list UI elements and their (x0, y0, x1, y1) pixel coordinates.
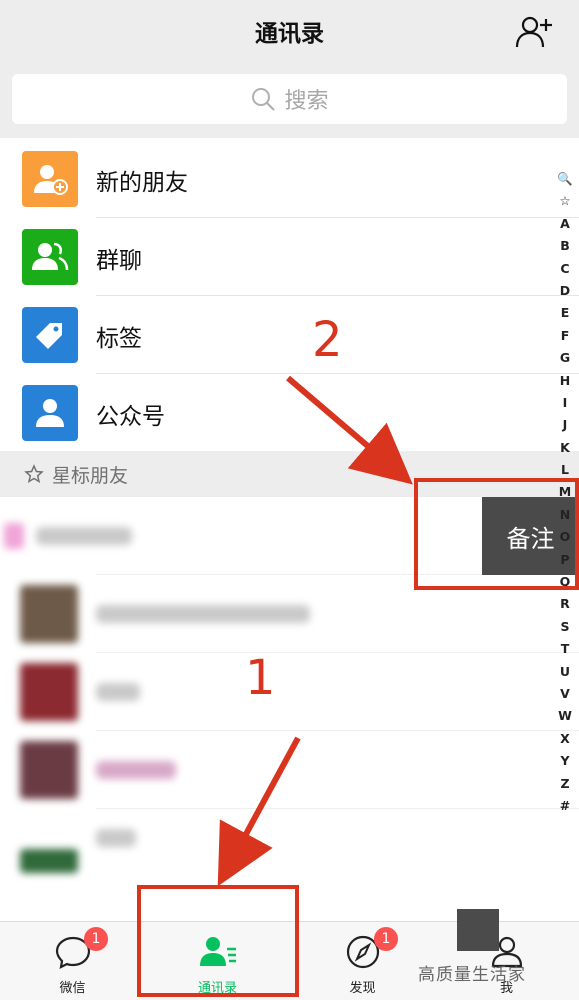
highlight-box-remark (414, 478, 579, 590)
arrow-step-2 (286, 375, 413, 485)
arrow-step-1 (217, 736, 301, 887)
highlight-box-contacts-tab (137, 885, 299, 997)
annotation-number-1: 1 (245, 650, 276, 706)
annotation-number-2: 2 (312, 312, 343, 368)
